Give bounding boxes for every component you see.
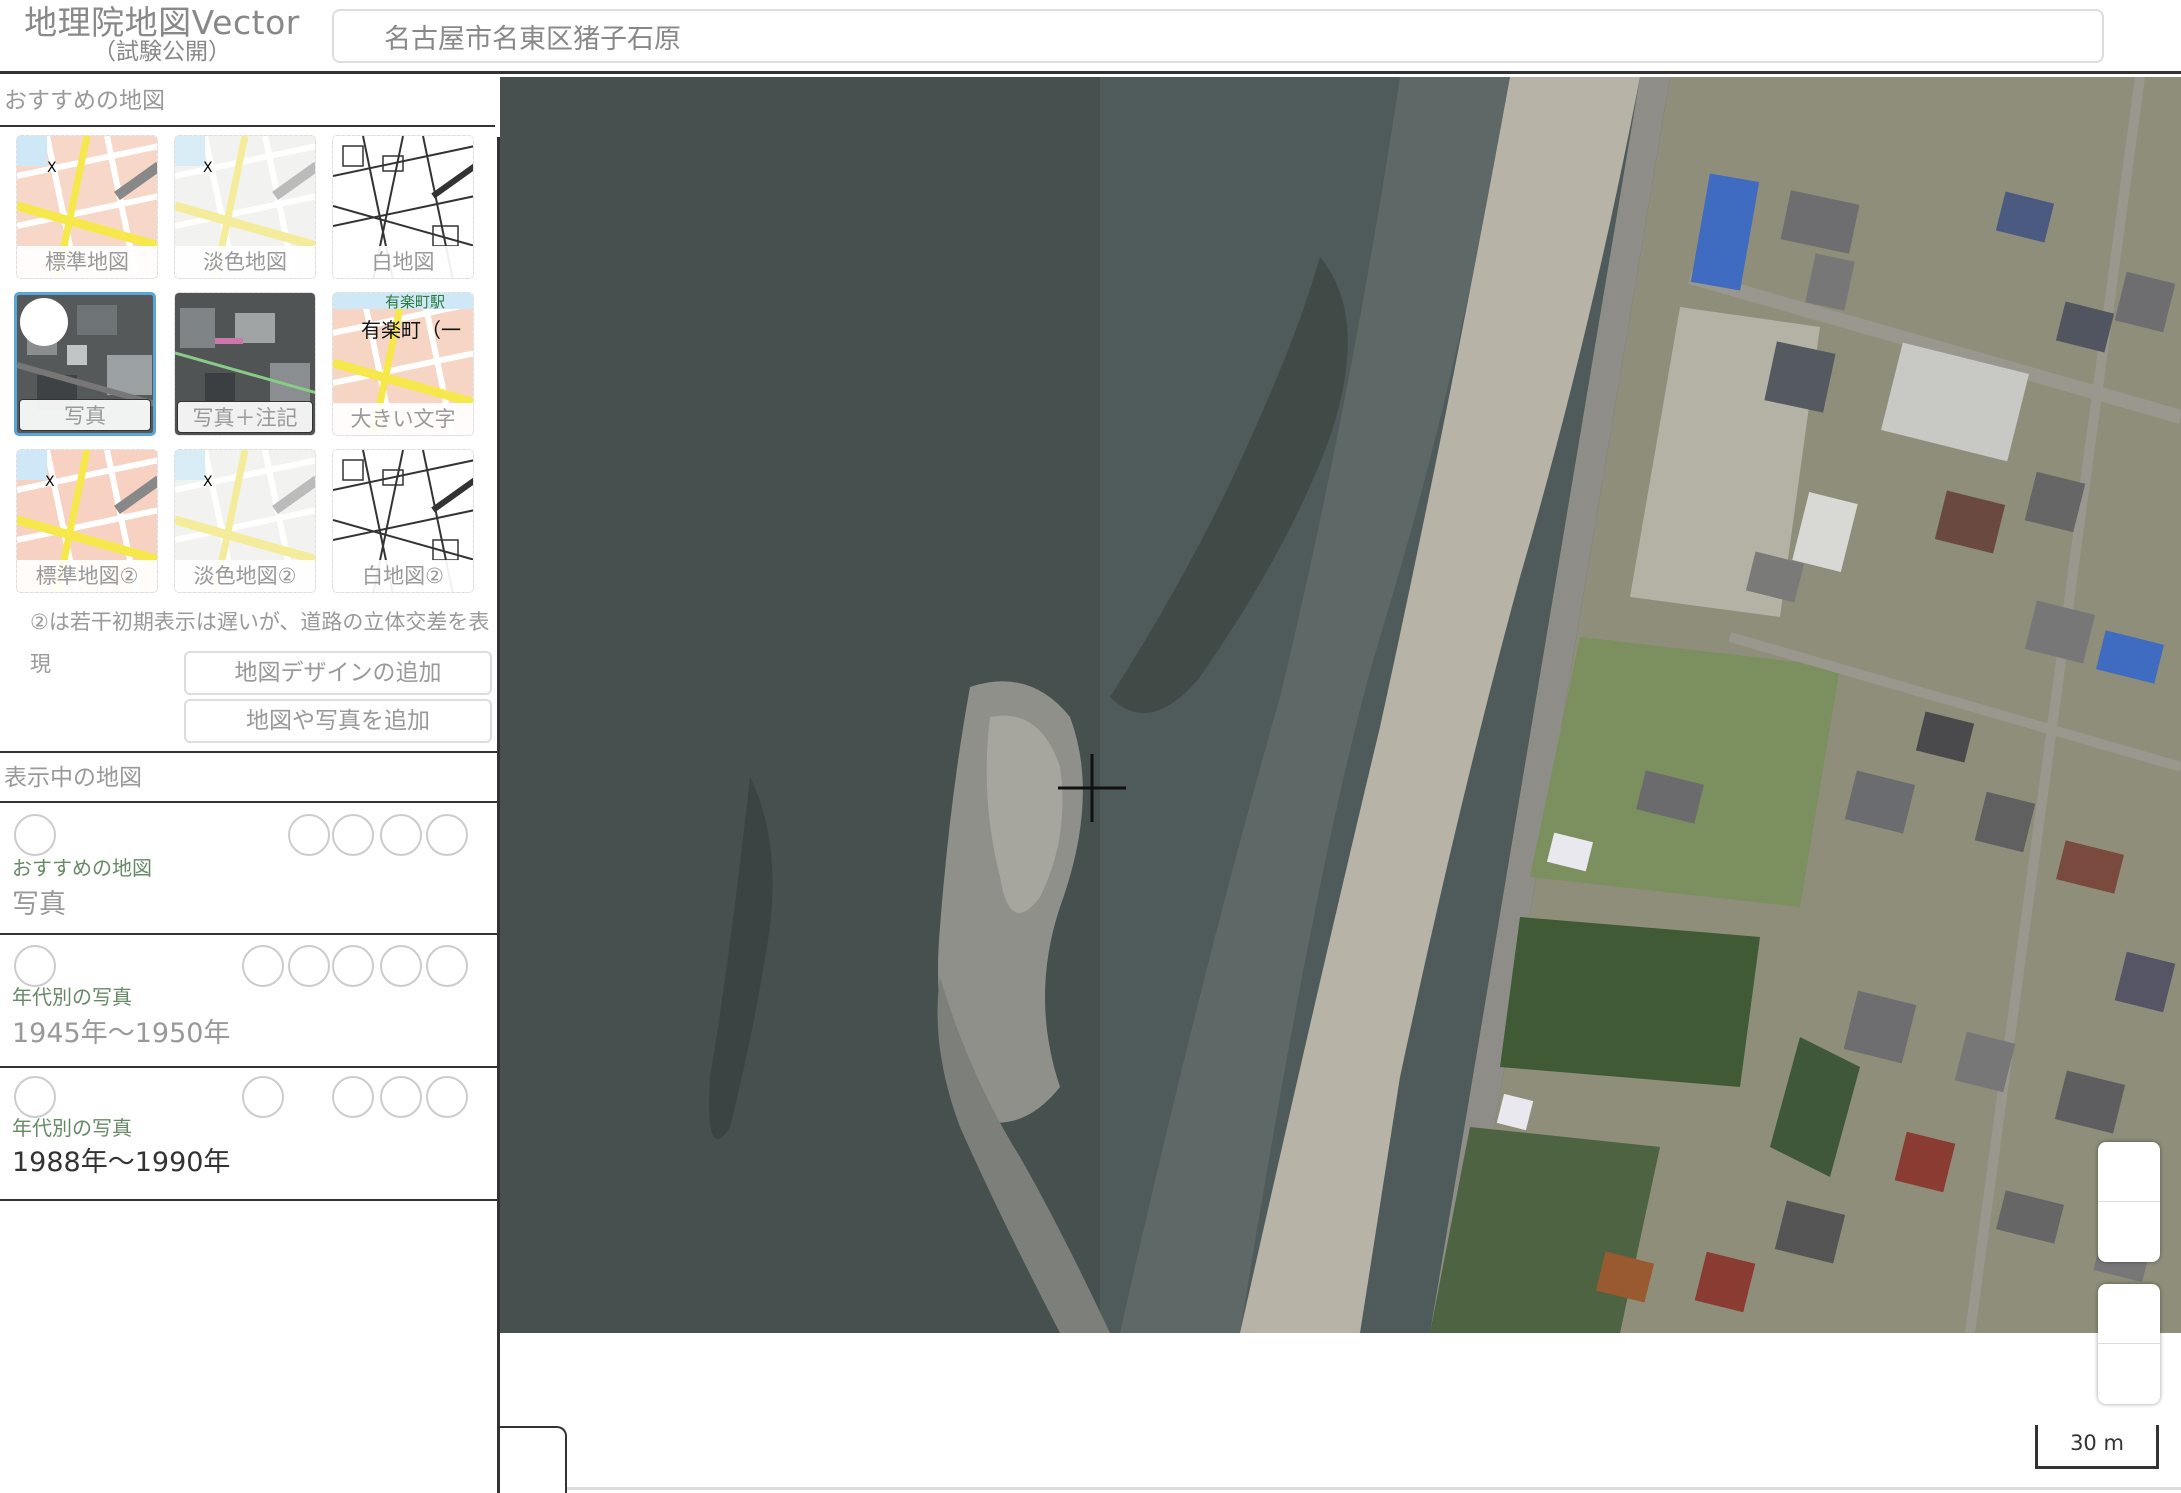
layer-control[interactable]: [380, 1076, 422, 1118]
layer-control[interactable]: [426, 1076, 468, 1118]
map-thumb-std2[interactable]: X 標準地図②: [16, 449, 158, 593]
scale-bar: 30 m: [2035, 1425, 2159, 1469]
layer-category: 年代別の写真: [12, 1116, 132, 1140]
map-thumb-blank2[interactable]: 白地図②: [332, 449, 474, 593]
aerial-photo: [500, 77, 2181, 1333]
map-thumb-blank[interactable]: 白地図: [332, 135, 474, 279]
thumb-place-label: 有楽町（一: [361, 318, 461, 342]
thumb-label: 写真: [19, 399, 151, 431]
layer-control[interactable]: [332, 814, 374, 856]
add-map-photo-button[interactable]: 地図や写真を追加: [184, 699, 492, 743]
layer-row[interactable]: 年代別の写真 1988年～1990年: [0, 1070, 497, 1201]
layer-row[interactable]: 年代別の写真 1945年～1950年: [0, 937, 497, 1068]
divider: [0, 751, 497, 753]
map-thumb-photo-label[interactable]: 写真＋注記: [174, 292, 316, 436]
location-button[interactable]: [2098, 1344, 2160, 1404]
layer-name: 1945年～1950年: [12, 1018, 231, 1049]
svg-text:X: X: [203, 160, 213, 176]
thumb-label: 淡色地図②: [175, 560, 315, 592]
layer-control[interactable]: [380, 945, 422, 987]
layer-control[interactable]: [288, 945, 330, 987]
thumb-label: 白地図②: [333, 560, 473, 592]
thumb-label: 標準地図: [17, 246, 157, 278]
thumb-label: 白地図: [333, 246, 473, 278]
layer-control[interactable]: [288, 814, 330, 856]
layer-control[interactable]: [426, 814, 468, 856]
map-thumb-photo[interactable]: 写真: [14, 292, 156, 436]
layer-control[interactable]: [332, 945, 374, 987]
map-thumb-pale[interactable]: X 淡色地図: [174, 135, 316, 279]
layer-control[interactable]: [380, 814, 422, 856]
thumb-station-label: 有楽町駅: [385, 293, 445, 311]
search-input[interactable]: [334, 11, 2102, 61]
layer-control[interactable]: [242, 945, 284, 987]
bottom-panel-tab[interactable]: [500, 1426, 567, 1493]
crosshair-icon: [1058, 754, 1126, 822]
map-view[interactable]: [500, 77, 2181, 1333]
layer-name: 1988年～1990年: [12, 1147, 231, 1178]
zoom-out-button[interactable]: [2098, 1202, 2160, 1262]
thumb-label: 写真＋注記: [177, 401, 313, 433]
zoom-in-button[interactable]: [2098, 1142, 2160, 1202]
map-footer: [500, 1333, 2181, 1493]
thumb-label: 淡色地図: [175, 246, 315, 278]
layer-row[interactable]: おすすめの地図 写真: [0, 804, 497, 935]
layer-category: おすすめの地図: [12, 856, 152, 880]
divider: [567, 1487, 2181, 1490]
layer-control[interactable]: [242, 1076, 284, 1118]
recommended-maps-title[interactable]: おすすめの地図: [0, 77, 497, 125]
sidebar: おすすめの地図 X 標準地図 X 淡色地図 白地図 写真 写真＋注記 有楽町駅 …: [0, 77, 500, 1493]
add-map-design-button[interactable]: 地図デザインの追加: [184, 651, 492, 695]
compass-button[interactable]: [2098, 1284, 2160, 1344]
layer-category: 年代別の写真: [12, 985, 132, 1009]
svg-text:X: X: [45, 474, 55, 490]
shown-maps-title[interactable]: 表示中の地図: [0, 754, 497, 802]
map-thumb-pale2[interactable]: X 淡色地図②: [174, 449, 316, 593]
app-subtitle: （試験公開）: [93, 39, 231, 65]
map-thumb-std[interactable]: X 標準地図: [16, 135, 158, 279]
layer-control[interactable]: [332, 1076, 374, 1118]
layer-name: 写真: [12, 889, 66, 920]
divider: [0, 801, 497, 803]
header: 地理院地図Vector （試験公開）: [0, 0, 2181, 74]
divider: [0, 125, 497, 127]
svg-text:X: X: [47, 160, 57, 176]
thumb-label: 大きい文字: [333, 403, 473, 435]
thumb-label: 標準地図②: [17, 560, 157, 592]
svg-text:X: X: [203, 474, 213, 490]
selected-indicator: [20, 298, 68, 346]
layer-toggle[interactable]: [14, 814, 56, 856]
scale-label: 30 m: [2070, 1431, 2124, 1455]
layer-control[interactable]: [426, 945, 468, 987]
search-box[interactable]: [332, 9, 2104, 63]
view-control: [2098, 1284, 2160, 1404]
map-thumb-large-text[interactable]: 有楽町駅 有楽町（一 大きい文字: [332, 292, 474, 436]
zoom-control: [2098, 1142, 2160, 1262]
